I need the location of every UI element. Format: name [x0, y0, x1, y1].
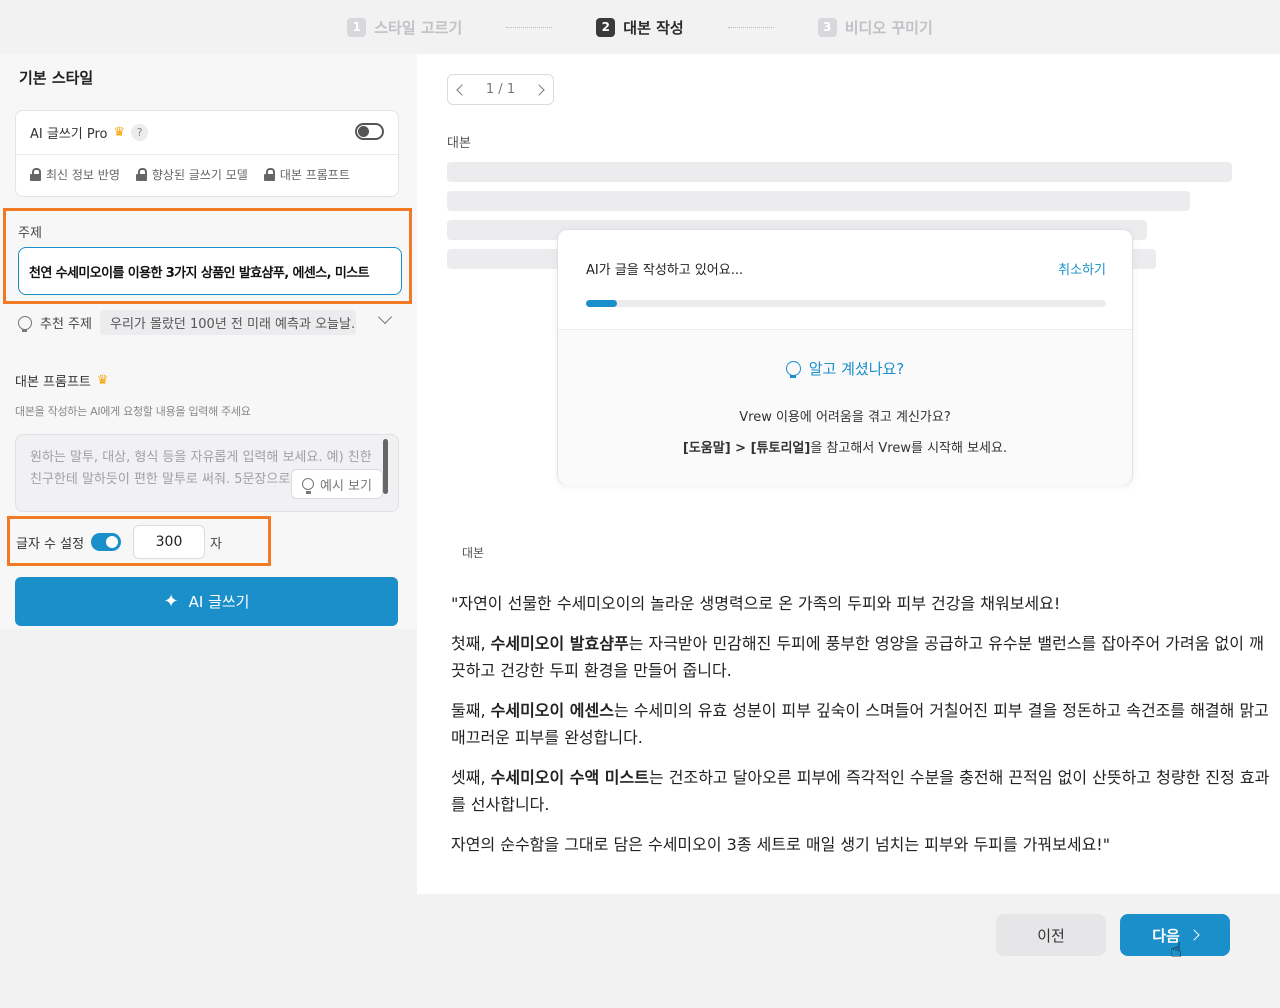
product-name: 수세미오이 발효샴푸 — [490, 634, 629, 653]
ai-pro-label: AI 글쓰기 Pro — [30, 127, 108, 142]
panel-title: 기본 스타일 — [19, 69, 94, 87]
product-name: 수세미오이 수액 미스트 — [490, 768, 649, 787]
loading-skeleton-line — [447, 191, 1190, 211]
step-2-label: 대본 작성 — [623, 18, 684, 37]
char-count-unit: 자 — [210, 537, 222, 552]
topic-input[interactable]: 천연 수세미오이를 이용한 3가지 상품인 발효샴푸, 에센스, 미스트 — [18, 247, 402, 295]
topic-label: 주제 — [18, 226, 42, 241]
char-count-toggle[interactable] — [91, 533, 121, 551]
feature-latest-info: 최신 정보 반영 — [30, 166, 120, 183]
progress-bar — [586, 300, 1106, 307]
footer: 이전 다음 — [0, 894, 1280, 1008]
chevron-left-icon[interactable] — [456, 83, 468, 96]
step-1-label: 스타일 고르기 — [374, 18, 463, 37]
step-3-number: 3 — [817, 17, 837, 37]
script-text-span: 첫째, — [451, 634, 491, 653]
lightbulb-icon — [18, 315, 32, 332]
step-separator — [506, 26, 553, 28]
step-1-number: 1 — [347, 17, 367, 37]
crown-icon: ♛ — [96, 373, 109, 388]
script-label: 대본 — [447, 136, 471, 151]
chevron-right-icon[interactable] — [533, 83, 545, 96]
prev-button[interactable]: 이전 — [996, 914, 1106, 956]
step-3[interactable]: 3 비디오 꾸미기 — [817, 17, 933, 38]
pager-text: 1 / 1 — [485, 82, 516, 97]
ai-write-label: AI 글쓰기 — [188, 593, 250, 611]
product-name: 수세미오이 에센스 — [490, 701, 614, 720]
example-button-label: 예시 보기 — [320, 478, 372, 494]
lock-icon — [135, 168, 147, 181]
script-paragraph: "자연이 선물한 수세미오이의 놀라운 생명력으로 온 가족의 두피와 피부 건… — [451, 594, 1061, 613]
tip-text: [도움말] > [튜토리얼]을 참고해서 Vrew를 시작해 보세요. — [558, 437, 1132, 456]
crown-icon: ♛ — [113, 125, 126, 140]
char-count-label: 글자 수 설정 — [16, 537, 85, 552]
script-prompt-label: 대본 프롬프트 — [15, 375, 91, 390]
feature-script-prompt: 대본 프롬프트 — [263, 166, 350, 183]
cancel-button[interactable]: 취소하기 — [1058, 259, 1106, 278]
step-separator — [727, 26, 774, 28]
script-paragraph: 자연의 순수함을 그대로 담은 수세미오이 3종 세트로 매일 생기 넘치는 피… — [451, 835, 1111, 854]
script-text-span: 둘째, — [451, 701, 491, 720]
ai-pro-toggle[interactable] — [355, 123, 384, 140]
help-icon[interactable]: ? — [131, 124, 149, 141]
progress-message: AI가 글을 작성하고 있어요... — [586, 263, 744, 278]
script-text[interactable]: "자연이 선물한 수세미오이의 놀라운 생명력으로 온 가족의 두피와 피부 건… — [451, 590, 1271, 871]
hand-cursor-icon: ☝ — [1170, 938, 1183, 962]
char-count-highlight: 글자 수 설정 300 자 — [7, 516, 271, 566]
stepper: 1 스타일 고르기 2 대본 작성 3 비디오 꾸미기 — [0, 0, 1280, 54]
magic-wand-icon: ✦ — [163, 591, 179, 612]
feature-label: 대본 프롬프트 — [279, 168, 350, 182]
lightbulb-icon — [302, 478, 314, 494]
chevron-down-icon[interactable] — [377, 309, 393, 325]
feature-improved-model: 향상된 글쓰기 모델 — [135, 166, 248, 183]
ai-pro-card: AI 글쓰기 Pro ♛ ? 최신 정보 반영 향상된 글쓰기 모델 대본 프롬… — [15, 110, 399, 197]
step-2[interactable]: 2 대본 작성 — [596, 17, 684, 38]
step-1[interactable]: 1 스타일 고르기 — [347, 17, 462, 38]
feature-label: 최신 정보 반영 — [46, 168, 120, 182]
char-count-input[interactable]: 300 — [133, 525, 205, 559]
tip-section: 알고 계셨나요? Vrew 이용에 어려움을 겪고 계신가요? [도움말] > … — [558, 330, 1132, 485]
loading-skeleton-line — [447, 162, 1232, 182]
script-prompt-title: 대본 프롬프트 ♛ — [15, 371, 109, 390]
lock-icon — [263, 168, 275, 181]
suggested-topic-label: 추천 주제 — [40, 317, 92, 332]
divider — [16, 154, 398, 155]
script-panel: 1 / 1 대본 AI가 글을 작성하고 있어요... 취소하기 알고 계셨나요… — [417, 54, 1280, 894]
progress-bar-fill — [586, 300, 618, 307]
pager: 1 / 1 — [447, 74, 554, 105]
settings-panel: 기본 스타일 AI 글쓰기 Pro ♛ ? 최신 정보 반영 향상된 글쓰기 모… — [0, 54, 417, 629]
suggested-topic-row: 추천 주제 우리가 몰랐던 100년 전 미래 예측과 오늘날... — [18, 310, 356, 335]
script-prompt-description: 대본을 작성하는 AI에게 요청할 내용을 입력해 주세요 — [15, 405, 251, 418]
lock-icon — [30, 168, 41, 181]
script-label: 대본 — [462, 546, 485, 560]
tip-text: Vrew 이용에 어려움을 겪고 계신가요? — [739, 410, 951, 425]
script-paragraph: 둘째, 수세미오이 에센스는 수세미의 유효 성분이 피부 깊숙이 스며들어 거… — [451, 697, 1271, 751]
tip-title-text: 알고 계셨나요? — [808, 360, 905, 378]
example-button[interactable]: 예시 보기 — [291, 469, 383, 499]
textarea-scrollbar[interactable] — [383, 439, 388, 494]
step-2-number: 2 — [596, 17, 616, 37]
tip-text-rest: 을 참고해서 Vrew를 시작해 보세요. — [810, 441, 1008, 456]
script-paragraph: 첫째, 수세미오이 발효샴푸는 자극받아 민감해진 두피에 풍부한 영양을 공급… — [451, 630, 1271, 684]
chevron-right-icon — [1188, 929, 1200, 941]
lightbulb-icon — [785, 361, 801, 378]
feature-label: 향상된 글쓰기 모델 — [151, 168, 248, 182]
script-text-span: 셋째, — [451, 768, 491, 787]
tip-title: 알고 계셨나요? — [558, 358, 1132, 379]
tip-help-link[interactable]: [도움말] > [튜토리얼] — [683, 441, 810, 456]
ai-write-button[interactable]: ✦ AI 글쓰기 — [15, 577, 398, 626]
writing-progress-modal: AI가 글을 작성하고 있어요... 취소하기 알고 계셨나요? Vrew 이용… — [557, 229, 1133, 485]
suggested-topic-chip[interactable]: 우리가 몰랐던 100년 전 미래 예측과 오늘날... — [99, 310, 356, 335]
step-3-label: 비디오 꾸미기 — [844, 18, 933, 37]
topic-section-highlight: 주제 천연 수세미오이를 이용한 3가지 상품인 발효샴푸, 에센스, 미스트 — [3, 208, 412, 304]
script-paragraph: 셋째, 수세미오이 수액 미스트는 건조하고 달아오른 피부에 즉각적인 수분을… — [451, 764, 1271, 818]
